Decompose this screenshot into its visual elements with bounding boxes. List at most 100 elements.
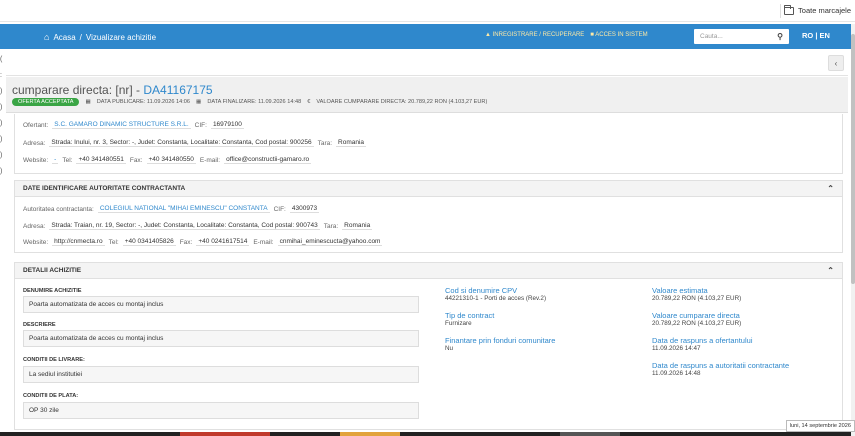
left-edge-glyphs: (:))))))	[0, 56, 3, 175]
scrollbar-thumb[interactable]	[851, 34, 855, 284]
bidder-row: Ofertant: S.C. GAMARO DINAMIC STRUCTURE …	[23, 121, 244, 129]
estimated-value-label: Valoare estimata	[652, 286, 708, 295]
all-bookmarks-button[interactable]: Toate marcajele	[784, 4, 851, 15]
bidder-country: Romania	[336, 139, 367, 147]
bidder-tel-label: Tel:	[62, 156, 73, 164]
bidder-email: office@constructii-gamaro.ro	[224, 156, 312, 164]
login-label: ACCES IN SISTEM	[595, 32, 648, 38]
authority-email-label: E-mail:	[253, 238, 274, 246]
taskbar-segment	[180, 432, 270, 436]
breadcrumb-current: Vizualizare achizitie	[85, 32, 157, 42]
authority-fax: +40 0241617514	[196, 238, 250, 246]
authority-response-block: Data de raspuns a autoritatii contractan…	[652, 361, 789, 377]
search-input[interactable]: Cauta...	[700, 33, 723, 40]
register-label: INREGISTRARE / RECUPERARE	[492, 32, 585, 38]
eu-funds-label: Finantare prin fonduri comunitare	[445, 336, 556, 345]
bidder-name-link[interactable]: S.C. GAMARO DINAMIC STRUCTURE S.R.L.	[52, 121, 191, 129]
collapse-left-button[interactable]: ‹	[828, 55, 844, 71]
chevron-up-icon[interactable]: ⌃	[827, 266, 834, 275]
authority-address-row: Adresa: Strada: Traian, nr. 19, Sector: …	[23, 222, 373, 230]
bidder-website-label: Website:	[23, 156, 49, 164]
register-link[interactable]: ▲ INREGISTRARE / RECUPERARE	[485, 32, 584, 38]
page-scrollbar[interactable]	[851, 24, 855, 436]
bidder-country-label: Tara:	[317, 139, 333, 147]
folder-icon	[784, 4, 795, 15]
taskbar-segment	[560, 432, 620, 436]
authority-cif: 4300973	[289, 205, 320, 213]
bidder-response-date: 11.09.2026 14:47	[652, 345, 701, 352]
purchase-value-label: Valoare cumparare directa	[652, 311, 740, 320]
header-meta: OFERTA ACCEPTATA ▦ DATA PUBLICARE: 11.09.…	[12, 98, 487, 106]
system-date: luni, 14 septembrie 2026	[785, 420, 855, 432]
bidder-website[interactable]: -	[52, 156, 59, 164]
contract-type-label: Tip de contract	[445, 311, 495, 320]
eu-funds-block: Finantare prin fonduri comunitare Nu	[445, 336, 555, 352]
details-panel-title: DETALII ACHIZITIE	[23, 267, 82, 274]
search-icon[interactable]: ⚲	[777, 32, 783, 41]
authority-label: Autoritatea contractanta:	[23, 205, 94, 213]
eu-funds-value: Nu	[445, 345, 454, 352]
chevron-up-icon[interactable]: ⌃	[827, 184, 834, 193]
breadcrumb: ⌂ Acasa / Vizualizare achizitie	[44, 32, 156, 42]
authority-contact-row: Website: http://cnmecta.ro Tel: +40 0341…	[23, 238, 383, 246]
details-panel-header[interactable]: DETALII ACHIZITIE ⌃	[15, 263, 842, 279]
authority-website[interactable]: http://cnmecta.ro	[52, 238, 105, 246]
date-finalized: DATA FINALIZARE: 11.09.2026 14:48	[207, 99, 302, 105]
bidder-response-label: Data de raspuns a ofertantului	[652, 336, 753, 345]
authority-country: Romania	[342, 222, 373, 230]
search-box[interactable]: Cauta... ⚲	[694, 29, 789, 44]
authority-panel-header[interactable]: DATE IDENTIFICARE AUTORITATE CONTRACTANT…	[15, 181, 842, 197]
purchase-value: 20.789,22 RON (4.103,27 EUR)	[652, 320, 742, 327]
bidder-cif-label: CIF:	[194, 121, 207, 129]
page-title: cumparare directa: [nr] - DA41167175	[12, 83, 213, 97]
contract-type-value: Furnizare	[445, 320, 472, 327]
description-label: DESCRIERE	[23, 322, 56, 328]
authority-panel: DATE IDENTIFICARE AUTORITATE CONTRACTANT…	[14, 180, 843, 253]
bookmarks-divider	[780, 4, 781, 18]
bidder-response-block: Data de raspuns a ofertantului 11.09.202…	[652, 336, 752, 352]
status-badge: OFERTA ACCEPTATA	[12, 98, 80, 106]
bidder-fax-label: Fax:	[129, 156, 143, 164]
calendar-icon: ▦	[85, 99, 91, 105]
description-field: Poarta automatizata de acces cu montaj i…	[23, 330, 419, 347]
procurement-details-panel: DETALII ACHIZITIE ⌃ DENUMIRE ACHIZITIE P…	[14, 262, 843, 430]
authority-response-label: Data de raspuns a autoritatii contractan…	[652, 361, 790, 370]
bidder-fax: +40 341480550	[146, 156, 196, 164]
bidder-panel: Ofertant: S.C. GAMARO DINAMIC STRUCTURE …	[14, 114, 843, 174]
estimated-value-block: Valoare estimata 20.789,22 RON (4.103,27…	[652, 286, 741, 302]
delivery-field: La sediul institutiei	[23, 366, 419, 383]
breadcrumb-home[interactable]: Acasa	[53, 33, 75, 42]
bidder-address-row: Adresa: Strada: Inului, nr. 3, Sector: -…	[23, 139, 367, 147]
name-label: DENUMIRE ACHIZITIE	[23, 288, 82, 294]
language-switch[interactable]: RO | EN	[802, 31, 830, 40]
estimated-value: 20.789,22 RON (4.103,27 EUR)	[652, 295, 742, 302]
bidder-email-label: E-mail:	[199, 156, 221, 164]
home-icon[interactable]: ⌂	[44, 32, 49, 42]
direct-purchase-value: VALOARE CUMPARARE DIRECTA: 20.789,22 RON…	[316, 99, 488, 105]
contract-type-block: Tip de contract Furnizare	[445, 311, 494, 327]
euro-icon: €	[307, 99, 311, 105]
authority-response-date: 11.09.2026 14:48	[652, 370, 701, 377]
auth-links: ▲ INREGISTRARE / RECUPERARE ■ ACCES IN S…	[485, 32, 648, 38]
cpv-block: Cod si denumire CPV 44221310-1 - Porti d…	[445, 286, 546, 302]
authority-row: Autoritatea contractanta: COLEGIUL NATIO…	[23, 205, 320, 213]
login-link[interactable]: ■ ACCES IN SISTEM	[590, 32, 647, 38]
authority-email: cnmihai_eminescucta@yahoo.com	[277, 238, 383, 246]
procurement-code: DA41167175	[143, 83, 213, 97]
chevron-left-icon: ‹	[834, 58, 838, 68]
taskbar-segment	[340, 432, 400, 436]
name-field: Poarta automatizata de acces cu montaj i…	[23, 296, 419, 313]
page-toolbar: ‹	[6, 52, 848, 76]
bidder-label: Ofertant:	[23, 121, 49, 129]
authority-name-link[interactable]: COLEGIUL NATIONAL "MIHAI EMINESCU" CONST…	[97, 205, 270, 213]
cpv-label: Cod si denumire CPV	[445, 286, 518, 295]
bidder-contact-row: Website: - Tel: +40 341480551 Fax: +40 3…	[23, 156, 312, 164]
authority-cif-label: CIF:	[273, 205, 286, 213]
title-prefix: cumparare directa: [nr] -	[12, 83, 144, 97]
authority-panel-title: DATE IDENTIFICARE AUTORITATE CONTRACTANT…	[23, 185, 186, 192]
calendar-icon: ▦	[196, 99, 202, 105]
taskbar-strip	[0, 432, 851, 436]
cpv-value: 44221310-1 - Porti de acces (Rev.2)	[445, 295, 547, 302]
authority-tel: +40 0341405826	[122, 238, 176, 246]
date-published: DATA PUBLICARE: 11.09.2026 14:06	[96, 99, 191, 105]
